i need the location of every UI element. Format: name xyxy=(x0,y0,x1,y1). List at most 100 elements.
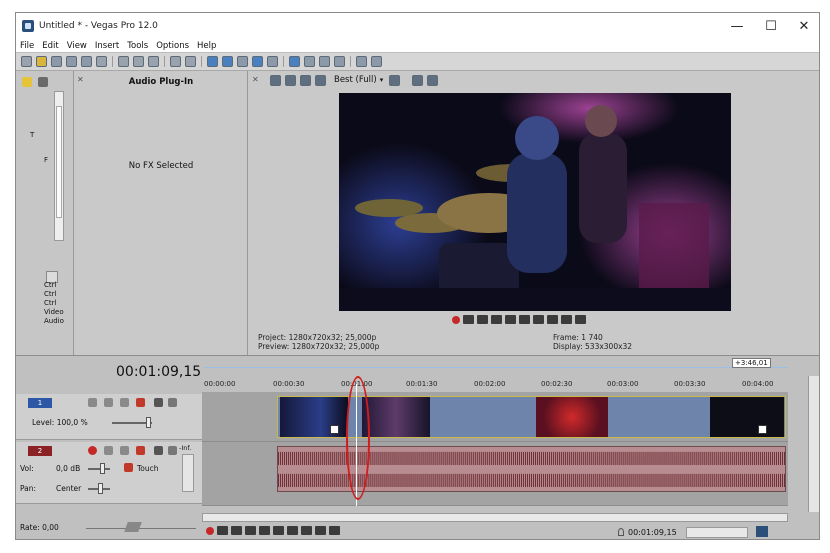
timeline-play-start-button[interactable] xyxy=(230,526,242,535)
cut-icon[interactable] xyxy=(118,56,129,67)
split-screen-icon[interactable] xyxy=(315,74,326,86)
menu-edit[interactable]: Edit xyxy=(38,41,62,51)
automation-gear-icon[interactable] xyxy=(124,463,133,472)
close-button[interactable]: ✕ xyxy=(787,13,819,39)
video-track-lane[interactable] xyxy=(202,392,788,442)
event-fx-icon[interactable] xyxy=(758,425,767,434)
minimize-button[interactable]: — xyxy=(720,13,754,39)
timeline-ruler[interactable]: 00:00:00 00:00:30 00:01:00 00:01:30 00:0… xyxy=(202,376,808,390)
help-icon[interactable] xyxy=(356,56,367,67)
timeline-prev-frame-button[interactable] xyxy=(314,526,326,535)
auto-crossfade-icon[interactable] xyxy=(267,56,278,67)
timeline-loop-button[interactable] xyxy=(216,526,228,535)
paste-icon[interactable] xyxy=(148,56,159,67)
save-as-icon[interactable] xyxy=(66,56,77,67)
pan-slider-thumb[interactable] xyxy=(98,483,103,494)
snap-icon[interactable] xyxy=(207,56,218,67)
menu-insert[interactable]: Insert xyxy=(91,41,123,51)
open-icon[interactable] xyxy=(36,56,47,67)
mute-icon[interactable] xyxy=(154,398,163,407)
menu-view[interactable]: View xyxy=(63,41,91,51)
render-icon[interactable] xyxy=(81,56,92,67)
play-from-start-button[interactable] xyxy=(476,315,488,324)
menu-file[interactable]: File xyxy=(16,41,38,51)
redo-icon[interactable] xyxy=(185,56,196,67)
gear-icon[interactable] xyxy=(136,398,145,407)
level-slider-thumb[interactable] xyxy=(146,417,151,428)
loop-playback-button[interactable] xyxy=(462,315,474,324)
stop-button[interactable] xyxy=(518,315,530,324)
timeline-vscroll[interactable] xyxy=(808,376,819,512)
timeline-record-button[interactable] xyxy=(205,526,214,535)
audio-track-header[interactable]: 2 -Inf. Vol: 0,0 dB Touch Pan: Center xyxy=(16,442,202,504)
menu-options[interactable]: Options xyxy=(152,41,193,51)
timeline-next-frame-button[interactable] xyxy=(328,526,340,535)
timeline-stop-button[interactable] xyxy=(272,526,284,535)
zoom-tool-icon[interactable] xyxy=(334,56,345,67)
properties-icon[interactable] xyxy=(96,56,107,67)
timeline-go-start-button[interactable] xyxy=(286,526,298,535)
audio-track-lane[interactable] xyxy=(202,442,788,506)
auto-ripple-icon[interactable] xyxy=(222,56,233,67)
timeline-go-end-button[interactable] xyxy=(300,526,312,535)
whats-this-icon[interactable] xyxy=(371,56,382,67)
undo-icon[interactable] xyxy=(170,56,181,67)
track-motion-icon[interactable] xyxy=(88,398,97,407)
copy-snapshot-icon[interactable] xyxy=(412,74,424,86)
dock-scrollbar-thumb[interactable] xyxy=(56,106,62,218)
lock-envelopes-icon[interactable] xyxy=(237,56,248,67)
new-project-icon[interactable] xyxy=(21,56,32,67)
dock-list-item[interactable]: Ctrl xyxy=(44,281,64,290)
normal-edit-tool-icon[interactable] xyxy=(289,56,300,67)
solo-icon[interactable] xyxy=(168,398,177,407)
preview-fx-icon[interactable] xyxy=(300,74,311,86)
menu-help[interactable]: Help xyxy=(193,41,220,51)
video-track-header[interactable]: 1 Level: 100,0 % xyxy=(16,394,202,440)
vol-slider-thumb[interactable] xyxy=(100,463,105,474)
dock-list-item[interactable]: Ctrl xyxy=(44,290,64,299)
play-button[interactable] xyxy=(490,315,502,324)
audio-solo-icon[interactable] xyxy=(168,446,177,455)
selection-tool-icon[interactable] xyxy=(319,56,330,67)
rate-slider[interactable] xyxy=(86,528,196,529)
quality-dropdown-icon[interactable]: ▾ xyxy=(380,76,384,84)
envelope-tool-icon[interactable] xyxy=(304,56,315,67)
explorer-icon[interactable] xyxy=(38,77,48,87)
overlays-icon[interactable] xyxy=(389,74,401,86)
preview-quality-select[interactable]: Best (Full) xyxy=(334,75,377,85)
pause-button[interactable] xyxy=(504,315,516,324)
record-button[interactable] xyxy=(451,315,460,324)
external-monitor-icon[interactable] xyxy=(285,74,296,86)
dock-list-item[interactable]: Audio xyxy=(44,317,64,326)
automation-mode[interactable]: Touch xyxy=(137,464,159,473)
save-icon[interactable] xyxy=(51,56,62,67)
timeline-play-button[interactable] xyxy=(244,526,256,535)
dock-scrollbar[interactable] xyxy=(54,91,64,241)
invert-phase-icon[interactable] xyxy=(120,446,129,455)
vol-slider[interactable] xyxy=(88,468,110,470)
menu-tools[interactable]: Tools xyxy=(123,41,152,51)
previous-frame-button[interactable] xyxy=(560,315,572,324)
audio-mute-icon[interactable] xyxy=(154,446,163,455)
timeline-pause-button[interactable] xyxy=(258,526,270,535)
maximize-button[interactable]: ☐ xyxy=(754,13,788,39)
rate-slider-thumb[interactable] xyxy=(124,522,142,532)
next-frame-button[interactable] xyxy=(574,315,586,324)
track-fx-icon[interactable] xyxy=(104,398,113,407)
preview-properties-icon[interactable] xyxy=(270,74,281,86)
selection-time-field[interactable] xyxy=(686,527,748,538)
dock-list-item[interactable]: Ctrl xyxy=(44,299,64,308)
go-to-end-button[interactable] xyxy=(546,315,558,324)
composite-mode-icon[interactable] xyxy=(120,398,129,407)
timeline-hscroll[interactable] xyxy=(202,513,788,522)
event-fx-icon[interactable] xyxy=(330,425,339,434)
copy-icon[interactable] xyxy=(133,56,144,67)
save-snapshot-icon[interactable] xyxy=(427,74,439,86)
go-to-start-button[interactable] xyxy=(532,315,544,324)
dock-list-item[interactable]: Video xyxy=(44,308,64,317)
audio-gear-icon[interactable] xyxy=(136,446,145,455)
arm-record-icon[interactable] xyxy=(88,446,97,455)
timeline-display-icon[interactable] xyxy=(756,526,768,537)
audio-fx-icon[interactable] xyxy=(104,446,113,455)
plugin-icon[interactable] xyxy=(22,77,32,87)
